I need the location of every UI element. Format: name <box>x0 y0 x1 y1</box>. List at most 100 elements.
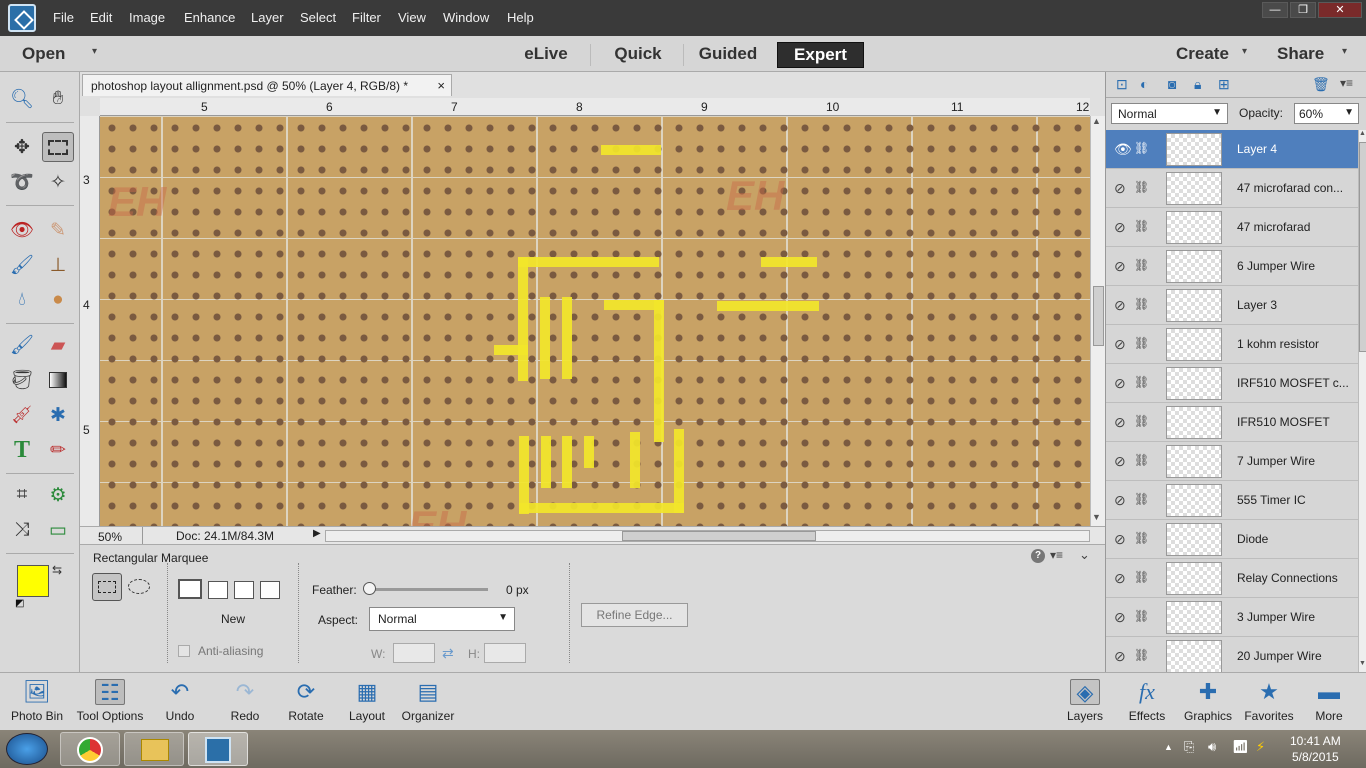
scroll-down-icon[interactable]: ▼ <box>1092 512 1101 522</box>
opacity-field[interactable]: 60% ▼ <box>1294 103 1359 124</box>
vertical-scrollbar[interactable]: ▲ ▼ <box>1090 116 1105 526</box>
explorer-taskbar-icon[interactable] <box>124 732 184 766</box>
eye-hidden-icon[interactable]: ⊘ <box>1114 648 1126 665</box>
effects-button[interactable]: fx Effects <box>1124 677 1170 729</box>
photo-bin-button[interactable]: 🖼︎ Photo Bin <box>6 677 68 729</box>
refine-edge-button[interactable]: Refine Edge... <box>581 603 688 627</box>
intersect-selection-icon[interactable] <box>260 581 280 599</box>
content-aware-move-tool-icon[interactable]: ⤨ <box>6 515 38 545</box>
height-field[interactable] <box>484 643 526 663</box>
brush-tool-icon[interactable]: 🖌︎ <box>6 330 38 360</box>
link-icon[interactable]: ⛓︎ <box>1134 609 1149 623</box>
lock-all-icon[interactable]: 🔒︎ <box>1194 76 1201 93</box>
link-icon[interactable]: ⛓︎ <box>1134 297 1149 311</box>
rectangular-marquee-tool-icon[interactable] <box>42 132 74 162</box>
width-field[interactable] <box>393 643 435 663</box>
sponge-tool-icon[interactable]: ● <box>42 285 74 315</box>
clock-date[interactable]: 5/8/2015 <box>1292 750 1339 764</box>
volume-icon[interactable]: 🔊︎ <box>1208 739 1216 755</box>
layer-row[interactable]: 👁︎ ⛓︎ Layer 4 <box>1106 130 1358 169</box>
layer-row[interactable]: ⊘ ⛓︎ 47 microfarad <box>1106 208 1358 247</box>
foreground-color-swatch[interactable] <box>17 565 49 597</box>
tab-elive[interactable]: eLive <box>508 42 584 68</box>
link-icon[interactable]: ⛓︎ <box>1134 258 1149 272</box>
layer-row[interactable]: ⊘ ⛓︎ 555 Timer IC <box>1106 481 1358 520</box>
menu-file[interactable]: File <box>53 10 74 25</box>
more-button[interactable]: ▬ More <box>1306 677 1352 729</box>
menu-edit[interactable]: Edit <box>90 10 112 25</box>
link-icon[interactable]: ⛓︎ <box>1134 180 1149 194</box>
collapse-options-icon[interactable]: ⌄ <box>1079 547 1090 563</box>
signal-icon[interactable]: 📶︎ <box>1232 739 1249 755</box>
swap-dimensions-icon[interactable]: ⇄ <box>442 645 454 662</box>
paint-bucket-tool-icon[interactable]: 🪣︎ <box>6 365 38 395</box>
lasso-tool-icon[interactable]: ➰ <box>6 167 38 197</box>
chrome-taskbar-icon[interactable] <box>60 732 120 766</box>
custom-shape-tool-icon[interactable]: ✱ <box>42 400 74 430</box>
adjustment-layer-icon[interactable]: ◐ <box>1140 76 1148 92</box>
layer-row[interactable]: ⊘ ⛓︎ 3 Jumper Wire <box>1106 598 1358 637</box>
gradient-tool-icon[interactable] <box>42 365 74 395</box>
link-icon[interactable]: ⛓︎ <box>1134 141 1149 155</box>
layer-mask-icon[interactable]: ◙ <box>1168 76 1176 92</box>
layer-row[interactable]: ⊘ ⛓︎ 1 kohm resistor <box>1106 325 1358 364</box>
zoom-tool-icon[interactable]: 🔍︎ <box>6 84 38 114</box>
close-document-icon[interactable]: × <box>437 78 445 93</box>
minimize-button[interactable]: — <box>1262 2 1288 18</box>
elliptical-marquee-option[interactable] <box>128 579 150 594</box>
link-icon[interactable]: ⛓︎ <box>1134 453 1149 467</box>
eye-hidden-icon[interactable]: ⊘ <box>1114 180 1126 197</box>
eye-hidden-icon[interactable]: ⊘ <box>1114 219 1126 236</box>
restore-button[interactable]: ❐ <box>1290 2 1316 18</box>
status-menu-arrow-icon[interactable]: ▶ <box>313 528 321 539</box>
document-tab[interactable]: photoshop layout allignment.psd @ 50% (L… <box>82 74 452 96</box>
power-icon[interactable]: ⚡︎ <box>1256 739 1265 755</box>
add-selection-icon[interactable] <box>208 581 228 599</box>
menu-enhance[interactable]: Enhance <box>184 10 235 25</box>
pencil-tool-icon[interactable]: ✏︎ <box>42 435 74 465</box>
anti-aliasing-checkbox[interactable] <box>178 645 190 657</box>
new-layer-icon[interactable]: ⊡ <box>1116 76 1128 93</box>
default-colors-icon[interactable]: ◩ <box>15 598 24 609</box>
eraser-tool-icon[interactable]: ▰ <box>42 330 74 360</box>
image-canvas[interactable]: EH EH EH <box>100 116 1090 526</box>
feather-slider-handle[interactable] <box>363 582 376 595</box>
layers-panel-button[interactable]: ◈ Layers <box>1062 677 1108 729</box>
eye-hidden-icon[interactable]: ⊘ <box>1114 531 1126 548</box>
move-tool-icon[interactable]: ✥ <box>6 132 38 162</box>
link-icon[interactable]: ⛓︎ <box>1134 648 1149 662</box>
horizontal-scroll-thumb[interactable] <box>622 531 816 541</box>
layers-scroll-thumb[interactable] <box>1359 142 1366 352</box>
create-dropdown-icon[interactable]: ▾ <box>1242 46 1247 57</box>
vertical-scroll-thumb[interactable] <box>1093 286 1104 346</box>
scroll-down-icon[interactable]: ▼ <box>1359 660 1366 667</box>
smart-brush-tool-icon[interactable]: 🖌︎ <box>6 250 38 280</box>
photoshop-elements-taskbar-icon[interactable] <box>188 732 248 766</box>
eye-hidden-icon[interactable]: ⊘ <box>1114 492 1126 509</box>
undo-button[interactable]: ↶ Undo <box>157 677 203 729</box>
rect-marquee-option[interactable] <box>92 573 122 601</box>
horizontal-scrollbar[interactable] <box>325 530 1090 542</box>
start-button-icon[interactable] <box>6 733 48 765</box>
delete-layer-icon[interactable]: 🗑︎ <box>1312 76 1330 93</box>
layers-menu-icon[interactable]: ▾≡ <box>1340 76 1353 90</box>
link-icon[interactable]: ⛓︎ <box>1134 492 1149 506</box>
favorites-button[interactable]: ★ Favorites <box>1242 677 1296 729</box>
new-selection-icon[interactable] <box>178 579 202 599</box>
show-hidden-icons[interactable]: ▲ <box>1164 742 1173 752</box>
blur-tool-icon[interactable]: 💧︎ <box>6 285 38 315</box>
layer-row[interactable]: ⊘ ⛓︎ 7 Jumper Wire <box>1106 442 1358 481</box>
layer-row[interactable]: ⊘ ⛓︎ IRF510 MOSFET c... <box>1106 364 1358 403</box>
eye-hidden-icon[interactable]: ⊘ <box>1114 453 1126 470</box>
recompose-tool-icon[interactable]: ⚙︎ <box>42 480 74 510</box>
menu-filter[interactable]: Filter <box>352 10 381 25</box>
layers-scrollbar[interactable]: ▲ ▼ <box>1358 130 1366 672</box>
tab-guided[interactable]: Guided <box>690 42 766 68</box>
eye-hidden-icon[interactable]: ⊘ <box>1114 375 1126 392</box>
link-icon[interactable]: ⛓︎ <box>1134 219 1149 233</box>
tab-expert[interactable]: Expert <box>777 42 864 68</box>
aspect-select[interactable]: Normal ▼ <box>369 607 515 631</box>
tool-options-button[interactable]: ☷ Tool Options <box>72 677 148 729</box>
menu-image[interactable]: Image <box>129 10 165 25</box>
menu-select[interactable]: Select <box>300 10 336 25</box>
